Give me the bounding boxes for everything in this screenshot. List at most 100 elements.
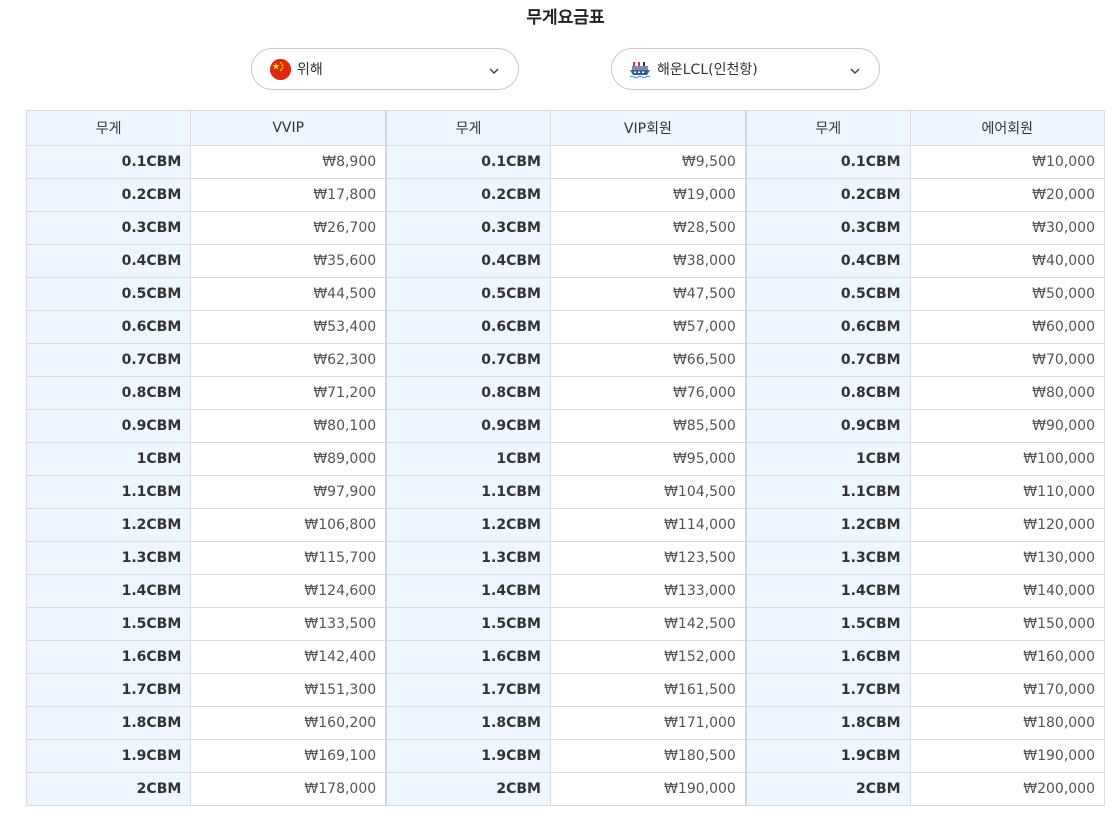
vvip-price-cell: ₩8,900 — [190, 145, 388, 179]
shipping-method-select[interactable]: 해운LCL(인천항) — [611, 48, 880, 90]
weight-cell: 0.6CBM — [385, 310, 551, 344]
weight-cell: 1.7CBM — [385, 673, 551, 707]
air-price-cell: ₩90,000 — [909, 409, 1106, 443]
vip-price-cell: ₩47,500 — [549, 277, 747, 311]
weight-cell: 0.6CBM — [745, 310, 911, 344]
table-row: 1.9CBM ₩169,100 1.9CBM ₩180,500 1.9CBM ₩190,0… — [25, 739, 1106, 773]
weight-cell: 0.5CBM — [385, 277, 551, 311]
vip-price-cell: ₩19,000 — [549, 178, 747, 212]
vip-price-cell: ₩9,500 — [549, 145, 747, 179]
air-price-cell: ₩60,000 — [909, 310, 1106, 344]
weight-cell: 1.3CBM — [385, 541, 551, 575]
country-select-label: 위해 — [297, 62, 323, 78]
weight-cell: 1.7CBM — [745, 673, 911, 707]
weight-cell: 1.4CBM — [385, 574, 551, 608]
header-weight: 무게 — [25, 110, 192, 146]
table-row: 1.8CBM ₩160,200 1.8CBM ₩171,000 1.8CBM ₩180,0… — [25, 706, 1106, 740]
weight-cell: 0.3CBM — [745, 211, 911, 245]
weight-cell: 1.2CBM — [25, 508, 192, 542]
weight-cell: 1.6CBM — [745, 640, 911, 674]
air-price-cell: ₩80,000 — [909, 376, 1106, 410]
ship-icon — [629, 62, 651, 79]
weight-cell: 0.7CBM — [385, 343, 551, 377]
air-price-cell: ₩30,000 — [909, 211, 1106, 245]
air-price-cell: ₩180,000 — [909, 706, 1106, 740]
weight-cell: 0.5CBM — [25, 277, 192, 311]
vvip-price-cell: ₩169,100 — [190, 739, 388, 773]
vvip-price-cell: ₩178,000 — [190, 772, 388, 806]
vvip-price-cell: ₩44,500 — [190, 277, 388, 311]
table-row: 0.5CBM ₩44,500 0.5CBM ₩47,500 0.5CBM ₩50,000 — [25, 277, 1106, 311]
weight-cell: 1.3CBM — [25, 541, 192, 575]
table-row: 1.7CBM ₩151,300 1.7CBM ₩161,500 1.7CBM ₩170,0… — [25, 673, 1106, 707]
weight-cell: 1CBM — [745, 442, 911, 476]
air-price-cell: ₩120,000 — [909, 508, 1106, 542]
vvip-price-cell: ₩71,200 — [190, 376, 388, 410]
header-vip: VIP회원 — [549, 110, 747, 146]
weight-cell: 0.7CBM — [25, 343, 192, 377]
weight-cell: 0.2CBM — [25, 178, 192, 212]
weight-cell: 1.1CBM — [25, 475, 192, 509]
vip-price-cell: ₩171,000 — [549, 706, 747, 740]
weight-cell: 2CBM — [385, 772, 551, 806]
air-price-cell: ₩20,000 — [909, 178, 1106, 212]
weight-cell: 0.2CBM — [385, 178, 551, 212]
table-row: 0.2CBM ₩17,800 0.2CBM ₩19,000 0.2CBM ₩20,000 — [25, 178, 1106, 212]
vip-price-cell: ₩85,500 — [549, 409, 747, 443]
table-row: 1.6CBM ₩142,400 1.6CBM ₩152,000 1.6CBM ₩160,0… — [25, 640, 1106, 674]
vvip-price-cell: ₩97,900 — [190, 475, 388, 509]
table-row: 0.9CBM ₩80,100 0.9CBM ₩85,500 0.9CBM ₩90,000 — [25, 409, 1106, 443]
table-row: 1.2CBM ₩106,800 1.2CBM ₩114,000 1.2CBM ₩120,0… — [25, 508, 1106, 542]
table-row: 1.5CBM ₩133,500 1.5CBM ₩142,500 1.5CBM ₩150,0… — [25, 607, 1106, 641]
weight-cell: 0.1CBM — [25, 145, 192, 179]
table-row: 1.3CBM ₩115,700 1.3CBM ₩123,500 1.3CBM ₩130,0… — [25, 541, 1106, 575]
weight-cell: 0.3CBM — [25, 211, 192, 245]
weight-cell: 1.5CBM — [745, 607, 911, 641]
weight-cell: 1.2CBM — [745, 508, 911, 542]
vip-price-cell: ₩66,500 — [549, 343, 747, 377]
vip-price-cell: ₩95,000 — [549, 442, 747, 476]
weight-cell: 1.1CBM — [745, 475, 911, 509]
weight-cell: 0.4CBM — [25, 244, 192, 278]
weight-cell: 1CBM — [25, 442, 192, 476]
weight-cell: 0.9CBM — [25, 409, 192, 443]
air-price-cell: ₩70,000 — [909, 343, 1106, 377]
page-title: 무게요금표 — [526, 8, 605, 28]
vip-price-cell: ₩152,000 — [549, 640, 747, 674]
vip-price-cell: ₩190,000 — [549, 772, 747, 806]
weight-cell: 1.6CBM — [25, 640, 192, 674]
weight-cell: 0.1CBM — [745, 145, 911, 179]
air-price-cell: ₩170,000 — [909, 673, 1106, 707]
table-row: 1.4CBM ₩124,600 1.4CBM ₩133,000 1.4CBM ₩140,0… — [25, 574, 1106, 608]
vip-price-cell: ₩133,000 — [549, 574, 747, 608]
weight-cell: 0.7CBM — [745, 343, 911, 377]
vip-price-cell: ₩57,000 — [549, 310, 747, 344]
vvip-price-cell: ₩142,400 — [190, 640, 388, 674]
weight-cell: 0.8CBM — [745, 376, 911, 410]
country-select[interactable]: 위해 — [251, 48, 519, 90]
table-header-row: 무게 VVIP 무게 VIP회원 무게 에어회원 — [25, 110, 1106, 146]
weight-cell: 1.5CBM — [25, 607, 192, 641]
weight-cell: 1.2CBM — [385, 508, 551, 542]
weight-cell: 1.9CBM — [25, 739, 192, 773]
weight-cell: 0.9CBM — [385, 409, 551, 443]
weight-cell: 0.8CBM — [385, 376, 551, 410]
weight-cell: 1.9CBM — [385, 739, 551, 773]
weight-cell: 0.1CBM — [385, 145, 551, 179]
vip-price-cell: ₩142,500 — [549, 607, 747, 641]
weight-cell: 0.3CBM — [385, 211, 551, 245]
air-price-cell: ₩150,000 — [909, 607, 1106, 641]
header-weight: 무게 — [745, 110, 911, 146]
vvip-price-cell: ₩151,300 — [190, 673, 388, 707]
weight-cell: 1.5CBM — [385, 607, 551, 641]
vvip-price-cell: ₩53,400 — [190, 310, 388, 344]
weight-rate-table: 무게 VVIP 무게 VIP회원 무게 에어회원 0.1CBM ₩8,900 0.1… — [25, 110, 1106, 806]
vvip-price-cell: ₩17,800 — [190, 178, 388, 212]
weight-cell: 1.8CBM — [385, 706, 551, 740]
vip-price-cell: ₩76,000 — [549, 376, 747, 410]
vvip-price-cell: ₩106,800 — [190, 508, 388, 542]
vvip-price-cell: ₩62,300 — [190, 343, 388, 377]
weight-cell: 1.4CBM — [745, 574, 911, 608]
vvip-price-cell: ₩26,700 — [190, 211, 388, 245]
header-weight: 무게 — [385, 110, 551, 146]
